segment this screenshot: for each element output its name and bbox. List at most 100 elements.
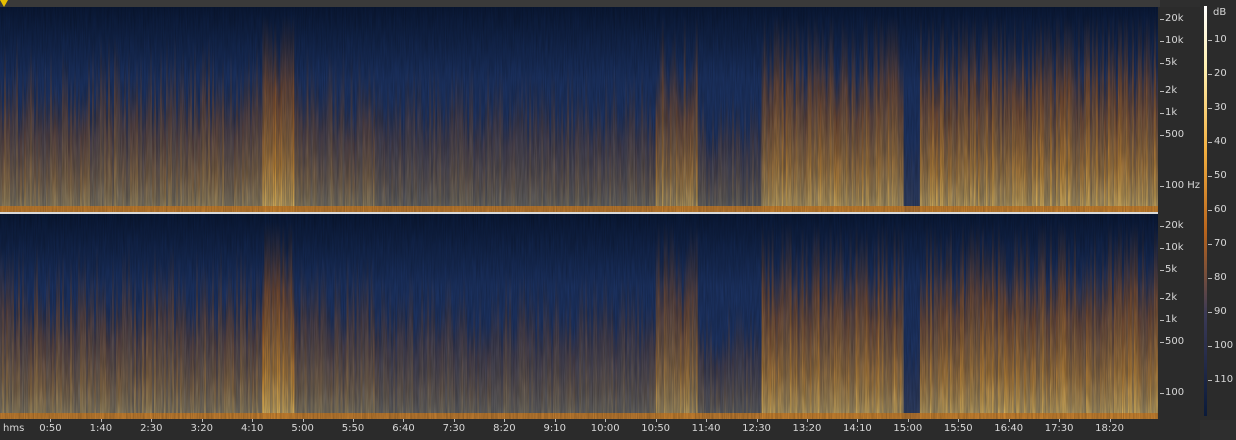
freq-tick-label: 10k bbox=[1165, 241, 1184, 253]
freq-tick-label: 100 Hz bbox=[1165, 180, 1201, 192]
time-tick bbox=[151, 419, 153, 422]
timeline-header-bar bbox=[0, 0, 1160, 7]
time-tick-label: 13:20 bbox=[792, 423, 822, 434]
time-tick-label: 3:20 bbox=[190, 423, 213, 434]
time-tick-label: 16:40 bbox=[994, 423, 1024, 434]
channel-separator bbox=[0, 212, 1160, 214]
freq-tick bbox=[1160, 393, 1164, 395]
freq-tick bbox=[1160, 225, 1164, 227]
noise-texture bbox=[0, 7, 1160, 212]
freq-tick bbox=[1160, 62, 1164, 64]
time-tick bbox=[756, 419, 758, 422]
db-tick bbox=[1208, 346, 1212, 347]
time-tick-label: 10:00 bbox=[590, 423, 620, 434]
time-tick-label: 4:10 bbox=[240, 423, 264, 434]
db-tick-label: 80 bbox=[1214, 272, 1227, 283]
freq-tick-label: 10k bbox=[1165, 34, 1184, 46]
freq-tick-label: 1k bbox=[1165, 314, 1178, 326]
freq-tick-label: 5k bbox=[1165, 56, 1178, 68]
time-tick bbox=[201, 419, 203, 422]
frequency-axis: 20k 10k 5k 2k 1k 500 100 Hz 20k 10k 5k 2k 1k 500 100 bbox=[1158, 7, 1200, 419]
freq-tick-label: 100 bbox=[1165, 387, 1185, 399]
db-tick-label: 90 bbox=[1214, 306, 1227, 317]
time-tick bbox=[806, 419, 808, 422]
db-tick bbox=[1208, 278, 1212, 279]
freq-tick-label: 500 bbox=[1165, 129, 1185, 141]
freq-tick bbox=[1160, 18, 1164, 20]
db-unit-label: dB bbox=[1213, 7, 1227, 18]
db-tick-label: 50 bbox=[1214, 170, 1227, 181]
time-tick bbox=[958, 419, 960, 422]
freq-tick bbox=[1160, 320, 1164, 322]
playhead-marker-icon[interactable] bbox=[0, 0, 8, 7]
channel-upper bbox=[0, 7, 1160, 213]
db-tick-label: 30 bbox=[1214, 102, 1227, 113]
time-tick bbox=[605, 419, 607, 422]
time-tick-label: 5:00 bbox=[291, 423, 314, 434]
db-tick-label: 110 bbox=[1214, 374, 1234, 385]
freq-tick-label: 20k bbox=[1165, 12, 1184, 24]
freq-tick-label: 2k bbox=[1165, 292, 1178, 304]
freq-tick bbox=[1160, 342, 1164, 344]
db-tick-label: 60 bbox=[1214, 204, 1227, 215]
db-gradient-bar bbox=[1204, 6, 1207, 416]
db-tick bbox=[1208, 108, 1212, 109]
time-tick bbox=[252, 419, 254, 422]
db-tick bbox=[1208, 312, 1212, 313]
time-tick-label: 17:30 bbox=[1044, 423, 1074, 434]
freq-tick-label: 500 bbox=[1165, 336, 1185, 348]
freq-tick bbox=[1160, 135, 1164, 137]
freq-tick-label: 1k bbox=[1165, 107, 1178, 119]
db-tick bbox=[1208, 244, 1212, 245]
spectrogram-view[interactable] bbox=[0, 7, 1160, 419]
db-tick-label: 100 bbox=[1214, 340, 1234, 351]
freq-tick bbox=[1160, 91, 1164, 93]
time-tick bbox=[1109, 419, 1111, 422]
freq-tick-label: 5k bbox=[1165, 263, 1178, 275]
time-tick bbox=[403, 419, 405, 422]
time-tick bbox=[857, 419, 859, 422]
db-tick bbox=[1208, 210, 1212, 211]
time-tick bbox=[1059, 419, 1061, 422]
time-tick-label: 18:20 bbox=[1095, 423, 1124, 434]
time-tick-label: 5:50 bbox=[341, 423, 365, 434]
time-tick bbox=[50, 419, 52, 422]
time-tick-label: 14:10 bbox=[842, 423, 872, 434]
db-tick bbox=[1208, 142, 1212, 143]
db-tick bbox=[1208, 176, 1212, 177]
freq-tick-label: 2k bbox=[1165, 85, 1178, 97]
time-tick-label: 12:30 bbox=[742, 423, 771, 434]
time-tick bbox=[655, 419, 657, 422]
time-tick bbox=[100, 419, 102, 422]
time-tick bbox=[706, 419, 708, 422]
time-tick-label: 10:50 bbox=[641, 423, 671, 434]
noise-texture bbox=[0, 214, 1160, 419]
time-tick-label: 8:20 bbox=[493, 423, 516, 434]
time-tick-label: 11:40 bbox=[691, 423, 721, 434]
db-tick bbox=[1208, 40, 1212, 41]
time-tick bbox=[353, 419, 355, 422]
time-tick bbox=[1008, 419, 1010, 422]
time-tick-label: 0:50 bbox=[39, 423, 62, 434]
time-tick bbox=[554, 419, 556, 422]
freq-tick bbox=[1160, 186, 1164, 188]
time-tick-label: 6:40 bbox=[392, 423, 415, 434]
time-tick bbox=[907, 419, 909, 422]
db-tick bbox=[1208, 380, 1212, 381]
freq-tick bbox=[1160, 113, 1164, 115]
time-tick-label: 7:30 bbox=[442, 423, 466, 434]
freq-tick bbox=[1160, 269, 1164, 271]
time-tick-label: 9:10 bbox=[543, 423, 567, 434]
time-tick bbox=[453, 419, 455, 422]
time-tick-label: 1:40 bbox=[89, 423, 113, 434]
db-tick-label: 20 bbox=[1214, 68, 1227, 79]
time-tick-label: 15:00 bbox=[893, 423, 923, 434]
time-axis: hms 0:50 1:40 2:30 3:20 4:10 5:00 5:50 6:40 7:30… bbox=[0, 419, 1200, 440]
db-tick-label: 40 bbox=[1214, 136, 1227, 147]
time-tick bbox=[504, 419, 506, 422]
channel-lower bbox=[0, 214, 1160, 419]
freq-tick bbox=[1160, 247, 1164, 249]
db-tick-label: 70 bbox=[1214, 238, 1227, 249]
freq-tick-label: 20k bbox=[1165, 219, 1184, 231]
freq-tick bbox=[1160, 40, 1164, 42]
